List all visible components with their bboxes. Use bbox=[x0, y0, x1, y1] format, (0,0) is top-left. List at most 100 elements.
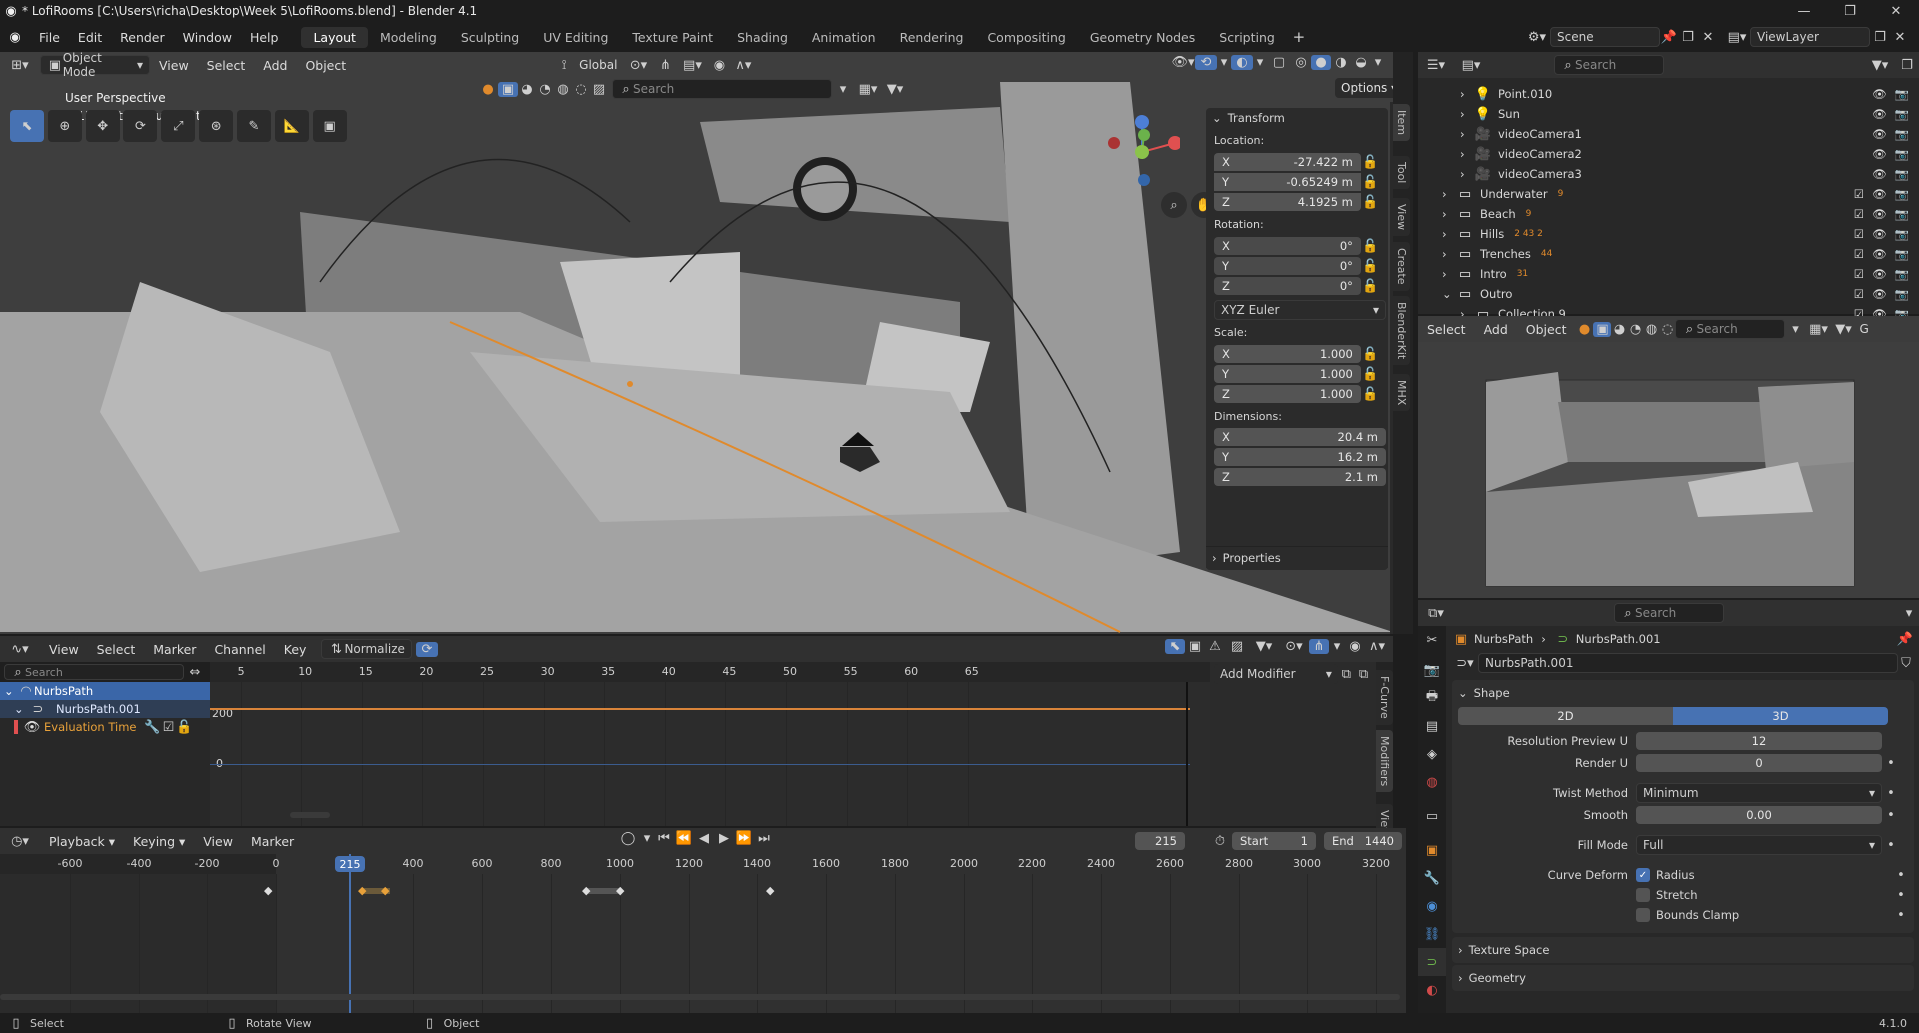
auto-keying-icon[interactable]: ◯ bbox=[616, 831, 640, 846]
filter-icon-4[interactable]: ◌ bbox=[1659, 322, 1675, 337]
show-hidden-icon[interactable]: ▣ bbox=[1185, 639, 1205, 654]
search-options-icon[interactable]: ▾ bbox=[832, 82, 854, 97]
exclude-checkbox[interactable]: ☑ bbox=[1854, 287, 1864, 301]
add-modifier-dropdown[interactable]: Add Modifier ▾ bbox=[1214, 664, 1338, 684]
select-box-icon[interactable]: ▣ bbox=[498, 81, 518, 97]
properties-editor-type-icon[interactable]: ⧉▾ bbox=[1418, 606, 1454, 621]
keyframe-diamond-selected[interactable]: ◆ bbox=[358, 884, 366, 897]
sidebar-tab-tool[interactable]: Tool bbox=[1393, 156, 1410, 190]
lock-scale-y-icon[interactable]: 🔓 bbox=[1361, 367, 1380, 382]
pin-icon[interactable]: 📌 bbox=[1660, 30, 1678, 45]
texture-space-panel-header[interactable]: › Texture Space bbox=[1452, 937, 1914, 963]
datablock-browse-icon[interactable]: ⊃▾ bbox=[1452, 656, 1478, 671]
graph-area[interactable]: 05101520253035404550556065 200 0 bbox=[210, 662, 1210, 826]
transform-panel-header[interactable]: ⌄ Transform bbox=[1206, 108, 1388, 128]
visibility-icon[interactable]: 👁▾ bbox=[1171, 55, 1195, 70]
sidebar-tab-item[interactable]: Item bbox=[1393, 104, 1410, 142]
overlay-toggle-icon[interactable]: ◐ bbox=[1231, 55, 1253, 70]
outliner-row[interactable]: › ▭ Intro 31 ☑ 👁 📷 bbox=[1418, 264, 1919, 284]
keyframe-diamond-3[interactable]: ◆ bbox=[582, 884, 590, 897]
wrench-icon[interactable]: 🔧 bbox=[144, 720, 160, 735]
camview-menu-object[interactable]: Object bbox=[1517, 322, 1576, 337]
eye-icon[interactable]: 👁 bbox=[1872, 267, 1887, 281]
expand-chevron-icon[interactable]: › bbox=[1442, 247, 1456, 261]
scene-tab-icon[interactable]: ◈ bbox=[1418, 740, 1446, 768]
scene-field[interactable]: Scene bbox=[1550, 27, 1660, 47]
viewport-menu-add[interactable]: Add bbox=[254, 58, 296, 73]
filter-icon-3[interactable]: ◍ bbox=[1643, 322, 1659, 337]
fill-mode-dropdown[interactable]: Full ▾ bbox=[1636, 835, 1882, 855]
overlay-dropdown-icon[interactable]: ▾ bbox=[1253, 55, 1267, 70]
display-mode-icon[interactable]: ▤▾ bbox=[1454, 58, 1488, 73]
rotation-y-field[interactable]: Y 0° bbox=[1214, 257, 1361, 275]
annotate-tool-icon[interactable]: ✎ bbox=[236, 110, 271, 142]
zoom-icon[interactable]: ⌕ bbox=[1161, 192, 1187, 218]
scale-x-field[interactable]: X 1.000 bbox=[1214, 345, 1361, 363]
outliner-editor-type-icon[interactable]: ☰▾ bbox=[1418, 58, 1454, 73]
render-visibility-icon[interactable]: 📷 bbox=[1895, 287, 1909, 301]
proportional-icon[interactable]: ◉ bbox=[1345, 639, 1365, 654]
gizmo-x-axis[interactable] bbox=[1168, 136, 1180, 150]
gizmo-neg-x[interactable] bbox=[1108, 137, 1120, 149]
scale-y-field[interactable]: Y 1.000 bbox=[1214, 365, 1361, 383]
fake-user-shield-icon[interactable]: ⛉ bbox=[1898, 656, 1914, 671]
keyframe-dot-icon[interactable]: • bbox=[1882, 838, 1900, 853]
wireframe-shading-icon[interactable]: ◎ bbox=[1291, 55, 1311, 70]
lock-rotation-y-icon[interactable]: 🔓 bbox=[1361, 259, 1380, 274]
new-scene-icon[interactable]: ❐ bbox=[1678, 30, 1698, 45]
twist-method-dropdown[interactable]: Minimum ▾ bbox=[1636, 783, 1882, 803]
outliner-row[interactable]: › 💡 Point.010 👁 📷 bbox=[1418, 84, 1919, 104]
tab-compositing[interactable]: Compositing bbox=[975, 27, 1077, 48]
play-reverse-icon[interactable]: ◀ bbox=[694, 831, 714, 846]
keyframe-diamond-4[interactable]: ◆ bbox=[616, 884, 624, 897]
output-tab-icon[interactable]: 🖶 bbox=[1418, 684, 1446, 712]
timeline-menu-keying[interactable]: Keying ▾ bbox=[124, 834, 194, 849]
graph-menu-select[interactable]: Select bbox=[88, 642, 145, 657]
xray-icon[interactable]: ▢ bbox=[1267, 55, 1291, 70]
cursor-tool-icon[interactable]: ⊕ bbox=[47, 110, 82, 142]
expand-chevron-icon[interactable]: › bbox=[1460, 167, 1474, 181]
exclude-checkbox[interactable]: ☑ bbox=[1854, 247, 1864, 261]
keyframe-dot-icon[interactable]: • bbox=[1892, 888, 1910, 903]
properties-panel-header[interactable]: › Properties bbox=[1206, 546, 1388, 568]
menu-help[interactable]: Help bbox=[241, 30, 288, 45]
swap-icon[interactable]: ⇔ bbox=[184, 665, 206, 680]
move-tool-icon[interactable]: ✥ bbox=[85, 110, 120, 142]
shading-dropdown-icon[interactable]: ▾ bbox=[1371, 55, 1385, 70]
eye-icon[interactable]: 👁 bbox=[1872, 287, 1887, 301]
graph-menu-marker[interactable]: Marker bbox=[144, 642, 205, 657]
physics-tab-icon[interactable]: ◉ bbox=[1418, 892, 1446, 920]
outliner-row[interactable]: › 🎥 videoCamera3 👁 📷 bbox=[1418, 164, 1919, 184]
outliner-filter-icon[interactable]: ▼▾ bbox=[1865, 58, 1895, 73]
keyframe-dot-icon[interactable]: • bbox=[1882, 808, 1900, 823]
add-workspace-icon[interactable]: + bbox=[1287, 28, 1311, 46]
dimension-z-field[interactable]: Z 2.1 m bbox=[1214, 468, 1386, 486]
color-icon[interactable]: ● bbox=[478, 82, 498, 97]
eye-icon[interactable]: 👁 bbox=[1872, 127, 1887, 141]
keyframe-dot-icon[interactable]: • bbox=[1892, 908, 1910, 923]
blender-menu-icon[interactable]: ◉ bbox=[0, 30, 30, 45]
falloff-icon[interactable]: ∧▾ bbox=[1365, 639, 1389, 654]
sidebar-tab-blenderkit[interactable]: BlenderKit bbox=[1393, 296, 1410, 366]
toggle-2d[interactable]: 2D bbox=[1458, 707, 1673, 725]
rotate-tool-icon[interactable]: ⟳ bbox=[123, 110, 158, 142]
eye-icon[interactable]: 👁 bbox=[24, 720, 41, 735]
channel-nurbspath-data[interactable]: ⌄ ⊃ NurbsPath.001 bbox=[0, 700, 210, 718]
play-icon[interactable]: ▶ bbox=[714, 831, 734, 846]
eye-icon[interactable]: 👁 bbox=[1872, 167, 1887, 181]
eye-icon[interactable]: 👁 bbox=[1872, 247, 1887, 261]
lock-location-x-icon[interactable]: 🔓 bbox=[1361, 155, 1380, 170]
orientation-dropdown[interactable]: Global bbox=[573, 58, 623, 72]
constraint-tab-icon[interactable]: ⛓ bbox=[1418, 920, 1446, 948]
lock-location-y-icon[interactable]: 🔓 bbox=[1361, 175, 1380, 190]
gizmo-neg-z[interactable] bbox=[1138, 174, 1150, 186]
timeline-menu-view[interactable]: View bbox=[194, 834, 242, 849]
outliner-row[interactable]: › ▭ Beach 9 ☑ 👁 📷 bbox=[1418, 204, 1919, 224]
delete-scene-icon[interactable]: ✕ bbox=[1698, 30, 1718, 45]
camera-viewport[interactable]: Select Add Object ● ▣ ◕ ◔ ◍ ◌ ⌕ Search ▾… bbox=[1418, 316, 1919, 598]
pivot-icon[interactable]: ⊙▾ bbox=[623, 58, 653, 73]
menu-window[interactable]: Window bbox=[174, 30, 241, 45]
new-view-layer-icon[interactable]: ❐ bbox=[1870, 30, 1890, 45]
camview-menu-select[interactable]: Select bbox=[1418, 322, 1475, 337]
lock-scale-z-icon[interactable]: 🔓 bbox=[1361, 387, 1380, 402]
